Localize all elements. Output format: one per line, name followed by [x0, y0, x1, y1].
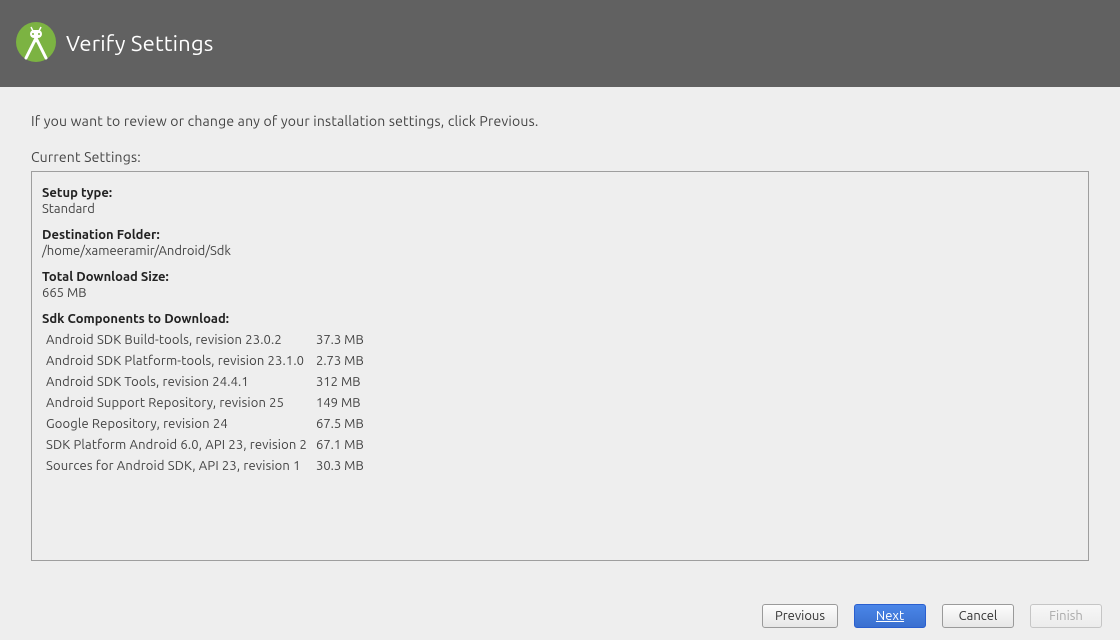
- component-size: 67.5 MB: [316, 417, 396, 431]
- finish-button: Finish: [1030, 604, 1102, 628]
- destination-folder-block: Destination Folder: /home/xameeramir/And…: [42, 228, 1078, 258]
- component-size: 67.1 MB: [316, 438, 396, 452]
- component-name: Google Repository, revision 24: [46, 417, 316, 431]
- setup-type-block: Setup type: Standard: [42, 186, 1078, 216]
- component-row: Android SDK Tools, revision 24.4.1312 MB: [46, 372, 1078, 393]
- destination-folder-label: Destination Folder:: [42, 228, 1078, 242]
- components-label: Sdk Components to Download:: [42, 312, 1078, 326]
- setup-type-value: Standard: [42, 202, 1078, 216]
- component-row: Android SDK Build-tools, revision 23.0.2…: [46, 330, 1078, 351]
- component-row: Android Support Repository, revision 251…: [46, 393, 1078, 414]
- component-row: Sources for Android SDK, API 23, revisio…: [46, 456, 1078, 477]
- content-area: If you want to review or change any of y…: [0, 87, 1120, 561]
- component-row: SDK Platform Android 6.0, API 23, revisi…: [46, 435, 1078, 456]
- page-title: Verify Settings: [66, 31, 214, 56]
- settings-panel: Setup type: Standard Destination Folder:…: [31, 171, 1089, 561]
- component-name: Android Support Repository, revision 25: [46, 396, 316, 410]
- cancel-button[interactable]: Cancel: [942, 604, 1014, 628]
- previous-button[interactable]: Previous: [762, 604, 838, 628]
- header-bar: Verify Settings: [0, 0, 1120, 87]
- destination-folder-value: /home/xameeramir/Android/Sdk: [42, 244, 1078, 258]
- total-download-size-block: Total Download Size: 665 MB: [42, 270, 1078, 300]
- setup-type-label: Setup type:: [42, 186, 1078, 200]
- component-size: 2.73 MB: [316, 354, 396, 368]
- component-row: Google Repository, revision 2467.5 MB: [46, 414, 1078, 435]
- component-name: SDK Platform Android 6.0, API 23, revisi…: [46, 438, 316, 452]
- component-name: Android SDK Tools, revision 24.4.1: [46, 375, 316, 389]
- total-download-size-value: 665 MB: [42, 286, 1078, 300]
- next-button[interactable]: Next: [854, 604, 926, 628]
- component-name: Android SDK Platform-tools, revision 23.…: [46, 354, 316, 368]
- intro-text: If you want to review or change any of y…: [31, 113, 1089, 129]
- component-row: Android SDK Platform-tools, revision 23.…: [46, 351, 1078, 372]
- footer-buttons: Previous Next Cancel Finish: [0, 592, 1120, 640]
- components-table: Android SDK Build-tools, revision 23.0.2…: [46, 330, 1078, 477]
- current-settings-label: Current Settings:: [31, 149, 1089, 165]
- component-size: 312 MB: [316, 375, 396, 389]
- android-studio-logo-icon: [12, 18, 60, 69]
- next-button-label: Next: [876, 609, 904, 623]
- component-size: 149 MB: [316, 396, 396, 410]
- component-name: Android SDK Build-tools, revision 23.0.2: [46, 333, 316, 347]
- total-download-size-label: Total Download Size:: [42, 270, 1078, 284]
- component-size: 30.3 MB: [316, 459, 396, 473]
- component-name: Sources for Android SDK, API 23, revisio…: [46, 459, 316, 473]
- component-size: 37.3 MB: [316, 333, 396, 347]
